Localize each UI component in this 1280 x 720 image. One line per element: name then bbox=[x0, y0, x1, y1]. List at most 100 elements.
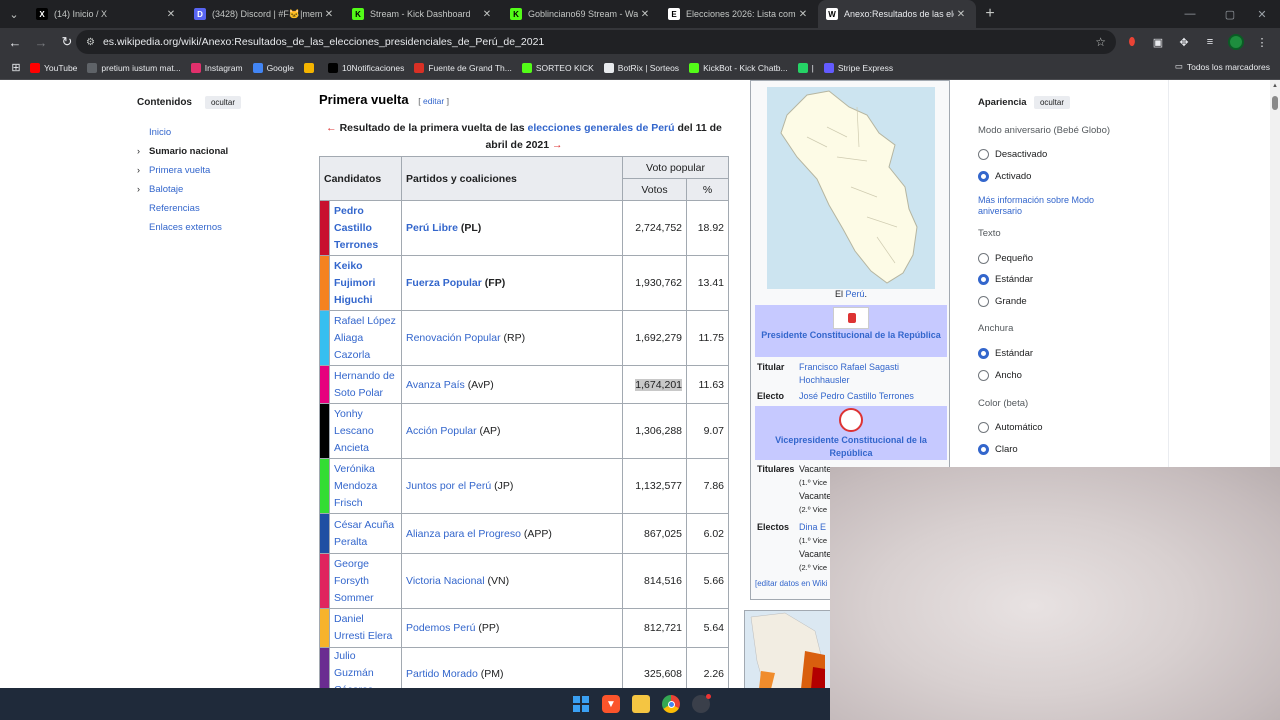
obs-icon[interactable] bbox=[692, 694, 711, 713]
address-bar[interactable]: ⚙ es.wikipedia.org/wiki/Anexo:Resultados… bbox=[76, 30, 1116, 54]
anniversary-off-radio[interactable]: Desactivado bbox=[978, 149, 1047, 160]
candidate-link[interactable]: César Acuña Peralta bbox=[329, 513, 402, 554]
chevron-right-icon[interactable]: › bbox=[137, 161, 140, 180]
toc-item[interactable]: Referencias bbox=[137, 199, 297, 218]
sagasti-link[interactable]: Francisco Rafael Sagasti Hochhausler bbox=[799, 361, 939, 387]
candidate-link[interactable]: Pedro Castillo Terrones bbox=[329, 200, 402, 256]
color-auto-radio[interactable]: Automático bbox=[978, 422, 1043, 433]
minimize-button[interactable]: — bbox=[1170, 0, 1210, 28]
party-link[interactable]: Alianza para el Progreso bbox=[406, 528, 521, 540]
arrow-left-icon[interactable]: ← bbox=[326, 122, 337, 134]
candidate-link[interactable]: Hernando de Soto Polar bbox=[329, 365, 402, 404]
tab-search-button[interactable]: ⌄ bbox=[0, 0, 28, 28]
castillo-link[interactable]: José Pedro Castillo Terrones bbox=[799, 390, 914, 403]
candidate-link[interactable]: Julio Guzmán Cáceres bbox=[329, 647, 402, 688]
width-wide-radio[interactable]: Ancho bbox=[978, 370, 1022, 381]
text-small-radio[interactable]: Pequeño bbox=[978, 253, 1033, 264]
text-standard-radio[interactable]: Estándar bbox=[978, 274, 1033, 285]
bookmark-item[interactable]: pretium iustum mat... bbox=[87, 62, 181, 73]
width-standard-radio[interactable]: Estándar bbox=[978, 348, 1033, 359]
party-link[interactable]: Juntos por el Perú bbox=[406, 480, 491, 492]
extension-icon[interactable]: ⬮ bbox=[1120, 29, 1144, 55]
back-icon[interactable]: ← bbox=[2, 29, 28, 55]
bookmark-item[interactable]: YouTube bbox=[30, 62, 77, 73]
arrow-right-icon[interactable]: → bbox=[552, 139, 563, 151]
bookmark-item[interactable]: Google bbox=[252, 62, 294, 73]
candidate-link[interactable]: Daniel Urresti Elera bbox=[329, 608, 402, 648]
close-window-button[interactable]: ✕ bbox=[1242, 0, 1280, 28]
menu-kebab-icon[interactable]: ⋮ bbox=[1250, 29, 1274, 55]
peru-link[interactable]: Perú bbox=[846, 289, 865, 299]
party-link[interactable]: Renovación Popular bbox=[406, 332, 501, 344]
bookmark-item[interactable]: Stripe Express bbox=[823, 62, 893, 73]
bookmark-item[interactable]: Instagram bbox=[190, 62, 243, 73]
chevron-right-icon[interactable]: › bbox=[137, 180, 140, 199]
toc-item[interactable]: › Balotaje bbox=[137, 180, 297, 199]
browser-tab[interactable]: D (3428) Discord | #F🐱|memes |✕ bbox=[186, 0, 344, 28]
candidate-link[interactable]: Keiko Fujimori Higuchi bbox=[329, 255, 402, 311]
new-tab-button[interactable]: + bbox=[976, 0, 1004, 28]
extension-2-icon[interactable]: ▣ bbox=[1146, 29, 1170, 55]
tab-close-icon[interactable]: ✕ bbox=[954, 9, 968, 20]
media-control-icon[interactable]: ≡ bbox=[1198, 29, 1222, 55]
president-header[interactable]: Presidente Constitucional de la Repúblic… bbox=[755, 305, 947, 357]
vice-president-header[interactable]: Vicepresidente Constitucional de la Repú… bbox=[755, 406, 947, 460]
party-link[interactable]: Avanza País bbox=[406, 379, 465, 391]
candidate-link[interactable]: Rafael López Aliaga Cazorla bbox=[329, 310, 402, 366]
candidate-link[interactable]: George Forsyth Sommer bbox=[329, 553, 402, 609]
all-bookmarks-folder[interactable]: ▭ Todos los marcadores bbox=[1175, 61, 1270, 72]
chrome-icon[interactable] bbox=[662, 695, 680, 713]
chevron-right-icon[interactable]: › bbox=[137, 142, 140, 161]
extensions-puzzle-icon[interactable]: ✥ bbox=[1172, 29, 1196, 55]
color-light-radio[interactable]: Claro bbox=[978, 444, 1018, 455]
appearance-hide-button[interactable]: ocultar bbox=[1033, 96, 1070, 109]
bookmark-item[interactable]: 10Notificaciones bbox=[327, 62, 404, 73]
anniversary-on-radio[interactable]: Activado bbox=[978, 171, 1031, 182]
browser-tab[interactable]: K Goblinciano69 Stream - Watch✕ bbox=[502, 0, 660, 28]
bookmark-item[interactable]: KickBot - Kick Chatb... bbox=[689, 62, 788, 73]
brave-browser-icon[interactable]: ▼ bbox=[602, 695, 620, 713]
elections-link[interactable]: elecciones generales de Perú bbox=[527, 122, 674, 134]
tab-close-icon[interactable]: ✕ bbox=[480, 9, 494, 20]
apps-grid-icon[interactable]: ⊞ bbox=[6, 55, 26, 81]
tab-close-icon[interactable]: ✕ bbox=[638, 9, 652, 20]
candidate-link[interactable]: Yonhy Lescano Ancieta bbox=[329, 403, 402, 459]
tab-close-icon[interactable]: ✕ bbox=[322, 9, 336, 20]
dina-link[interactable]: Dina E bbox=[799, 521, 826, 534]
tab-close-icon[interactable]: ✕ bbox=[164, 9, 178, 20]
edit-section-link[interactable]: [ editar ] bbox=[418, 96, 449, 106]
party-link[interactable]: Victoria Nacional bbox=[406, 575, 485, 587]
party-link[interactable]: Podemos Perú bbox=[406, 622, 475, 634]
anniversary-more-link[interactable]: Más información sobre Modo aniversario bbox=[978, 195, 1118, 217]
profile-avatar[interactable] bbox=[1224, 29, 1248, 55]
site-info-icon[interactable]: ⚙ bbox=[86, 37, 95, 48]
toc-item[interactable]: Inicio bbox=[137, 123, 297, 142]
toc-item[interactable]: › Sumario nacional bbox=[137, 142, 297, 161]
results-map-image[interactable] bbox=[744, 610, 834, 688]
bookmark-item[interactable]: Fuente de Grand Th... bbox=[414, 62, 512, 73]
toc-item[interactable]: › Primera vuelta bbox=[137, 161, 297, 180]
browser-tab[interactable]: K Stream - Kick Dashboard ✕ bbox=[344, 0, 502, 28]
party-link[interactable]: Acción Popular bbox=[406, 425, 477, 437]
candidate-link[interactable]: Verónika Mendoza Frisch bbox=[329, 458, 402, 514]
bookmark-item[interactable]: | bbox=[797, 62, 814, 73]
bookmark-item[interactable] bbox=[303, 62, 318, 73]
file-explorer-icon[interactable] bbox=[632, 695, 650, 713]
party-link[interactable]: Perú Libre bbox=[406, 222, 458, 234]
browser-tab[interactable]: X (14) Inicio / X ✕ bbox=[28, 0, 186, 28]
tab-close-icon[interactable]: ✕ bbox=[796, 9, 810, 20]
text-large-radio[interactable]: Grande bbox=[978, 296, 1027, 307]
bookmark-item[interactable]: SORTEO KICK bbox=[521, 62, 594, 73]
toc-hide-button[interactable]: ocultar bbox=[204, 96, 241, 109]
browser-tab[interactable]: E Elecciones 2026: Lista completa✕ bbox=[660, 0, 818, 28]
windows-start-icon[interactable] bbox=[572, 695, 590, 713]
bookmark-star-icon[interactable]: ☆ bbox=[1095, 35, 1106, 49]
party-link[interactable]: Partido Morado bbox=[406, 668, 478, 680]
bookmark-item[interactable]: BotRix | Sorteos bbox=[603, 62, 679, 73]
forward-icon[interactable]: → bbox=[28, 29, 54, 55]
toc-item[interactable]: Enlaces externos bbox=[137, 218, 297, 237]
browser-tab[interactable]: W Anexo:Resultados de las eleccio✕ bbox=[818, 0, 976, 28]
edit-wikidata-link[interactable]: [editar datos en Wiki bbox=[755, 579, 827, 588]
peru-map-image[interactable] bbox=[767, 87, 935, 289]
party-link[interactable]: Fuerza Popular bbox=[406, 277, 482, 289]
